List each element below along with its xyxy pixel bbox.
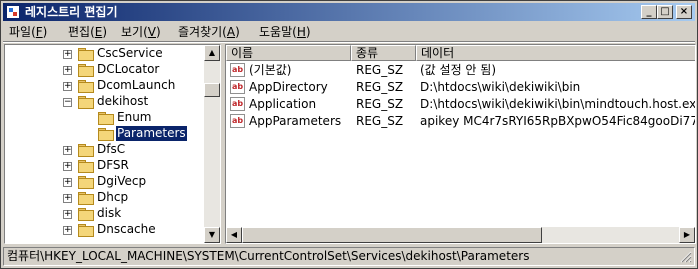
expand-icon[interactable]: + xyxy=(63,210,72,219)
value-row[interactable]: ab AppParameters REG_SZ apikey MC4r7sRYI65R… xyxy=(226,113,695,130)
folder-icon xyxy=(78,208,94,221)
tree-item[interactable]: − dekihost xyxy=(5,94,205,110)
menu-separator xyxy=(3,41,695,43)
folder-icon xyxy=(78,160,94,173)
value-type: REG_SZ xyxy=(356,80,404,94)
close-button[interactable]: × xyxy=(676,5,692,19)
folder-icon xyxy=(78,64,94,77)
expand-icon[interactable]: + xyxy=(63,162,72,171)
tree-item[interactable]: + DcomLaunch xyxy=(5,78,205,94)
tree-item-label: disk xyxy=(97,206,122,220)
folder-icon xyxy=(78,224,94,237)
registry-tree[interactable]: ▲ ▼ + CscService + DCLocator + DcomLaunch − dek… xyxy=(4,44,221,244)
horizontal-scroll-thumb[interactable] xyxy=(242,227,542,243)
tree-item[interactable]: Parameters xyxy=(5,125,205,142)
value-data: apikey MC4r7sRYI65RpBXpwO54Fic84gooDi77 … xyxy=(420,114,695,128)
tree-item[interactable]: + Dnscache xyxy=(5,222,205,238)
value-name: Application xyxy=(249,97,317,111)
tree-item-label: CscService xyxy=(97,46,163,60)
tree-item[interactable]: + DCLocator xyxy=(5,62,205,78)
string-value-icon: ab xyxy=(230,63,245,77)
expand-icon[interactable]: + xyxy=(63,226,72,235)
folder-icon xyxy=(98,128,114,141)
value-row[interactable]: ab AppDirectory REG_SZ D:\htdocs\wiki\dekiw… xyxy=(226,79,695,96)
menu-bar: 파일(F) 편집(E) 보기(V) 즐겨찾기(A) 도움말(H) xyxy=(3,22,695,41)
tree-item[interactable]: + DgiVecp xyxy=(5,174,205,190)
list-horizontal-scrollbar[interactable]: ◀ ▶ xyxy=(226,227,695,243)
folder-icon xyxy=(78,48,94,61)
tree-item-label: DCLocator xyxy=(97,62,160,76)
folder-icon xyxy=(78,80,94,93)
tree-item[interactable]: + DfsC xyxy=(5,142,205,158)
value-type: REG_SZ xyxy=(356,97,404,111)
tree-item-label: DgiVecp xyxy=(97,174,147,188)
maximize-button[interactable]: □ xyxy=(657,5,673,19)
menu-item-3[interactable]: 즐겨찾기(A) xyxy=(178,24,240,40)
value-name: AppDirectory xyxy=(249,80,328,94)
tree-item-label: Dhcp xyxy=(97,190,129,204)
tree-item-label: DfsC xyxy=(97,142,126,156)
tree-item-label: DcomLaunch xyxy=(97,78,176,92)
expand-icon[interactable]: + xyxy=(63,66,72,75)
value-name: (기본값) xyxy=(249,63,292,77)
value-data: D:\htdocs\wiki\dekiwiki\bin xyxy=(420,80,581,94)
tree-item-label: Dnscache xyxy=(97,222,156,236)
expand-icon[interactable]: + xyxy=(63,50,72,59)
folder-icon xyxy=(78,144,94,157)
expand-icon[interactable]: + xyxy=(63,178,72,187)
scroll-left-arrow-icon[interactable]: ◀ xyxy=(226,227,242,243)
folder-icon xyxy=(78,176,94,189)
values-list[interactable]: 이름 종류 데이터 ◀ ▶ ab (기본값) REG_SZ (값 설정 안 됨) ab A… xyxy=(225,44,696,244)
status-path: 컴퓨터\HKEY_LOCAL_MACHINE\SYSTEM\CurrentCon… xyxy=(7,249,530,263)
value-name: AppParameters xyxy=(249,114,342,128)
value-row[interactable]: ab (기본값) REG_SZ (값 설정 안 됨) xyxy=(226,62,695,79)
expand-icon[interactable]: + xyxy=(63,82,72,91)
string-value-icon: ab xyxy=(230,97,245,111)
regedit-icon xyxy=(6,5,20,19)
regedit-window: 레지스트리 편집기 _ □ × 파일(F) 편집(E) 보기(V) 즐겨찾기(A) 도움… xyxy=(0,0,698,269)
scroll-right-arrow-icon[interactable]: ▶ xyxy=(679,227,695,243)
resize-grip-icon[interactable] xyxy=(680,251,692,263)
menu-item-0[interactable]: 파일(F) xyxy=(9,24,47,40)
scroll-up-arrow-icon[interactable]: ▲ xyxy=(204,45,220,61)
folder-icon xyxy=(78,192,94,205)
tree-item[interactable]: + disk xyxy=(5,206,205,222)
column-header-data[interactable]: 데이터 xyxy=(416,45,695,61)
menu-item-2[interactable]: 보기(V) xyxy=(121,24,161,40)
column-header-name[interactable]: 이름 xyxy=(226,45,351,61)
collapse-icon[interactable]: − xyxy=(63,98,72,107)
menu-item-1[interactable]: 편집(E) xyxy=(68,24,107,40)
tree-item[interactable]: + CscService xyxy=(5,46,205,62)
value-type: REG_SZ xyxy=(356,114,404,128)
window-title: 레지스트리 편집기 xyxy=(25,5,118,19)
column-header-type[interactable]: 종류 xyxy=(351,45,416,61)
tree-item-label: Enum xyxy=(117,110,152,124)
expand-icon[interactable]: + xyxy=(63,194,72,203)
value-row[interactable]: ab Application REG_SZ D:\htdocs\wiki\dekiwi… xyxy=(226,96,695,113)
tree-item[interactable]: + DFSR xyxy=(5,158,205,174)
value-data: (값 설정 안 됨) xyxy=(420,63,497,77)
minimize-button[interactable]: _ xyxy=(641,5,657,19)
scroll-thumb[interactable] xyxy=(204,83,220,97)
folder-icon xyxy=(98,112,114,125)
menu-item-4[interactable]: 도움말(H) xyxy=(259,24,311,40)
value-data: D:\htdocs\wiki\dekiwiki\bin\mindtouch.ho… xyxy=(420,97,695,111)
tree-item-label: Parameters xyxy=(115,125,188,142)
tree-vertical-scrollbar[interactable]: ▲ ▼ xyxy=(204,45,220,243)
value-type: REG_SZ xyxy=(356,63,404,77)
string-value-icon: ab xyxy=(230,80,245,94)
tree-item-label: dekihost xyxy=(97,94,149,108)
string-value-icon: ab xyxy=(230,114,245,128)
tree-item[interactable]: + Dhcp xyxy=(5,190,205,206)
tree-item[interactable]: Enum xyxy=(5,110,205,126)
scroll-down-arrow-icon[interactable]: ▼ xyxy=(204,227,220,243)
expand-icon[interactable]: + xyxy=(63,146,72,155)
folder-icon xyxy=(78,96,94,109)
tree-item-label: DFSR xyxy=(97,158,129,172)
title-bar[interactable]: 레지스트리 편집기 _ □ × xyxy=(3,3,695,21)
status-bar: 컴퓨터\HKEY_LOCAL_MACHINE\SYSTEM\CurrentCon… xyxy=(3,247,695,266)
